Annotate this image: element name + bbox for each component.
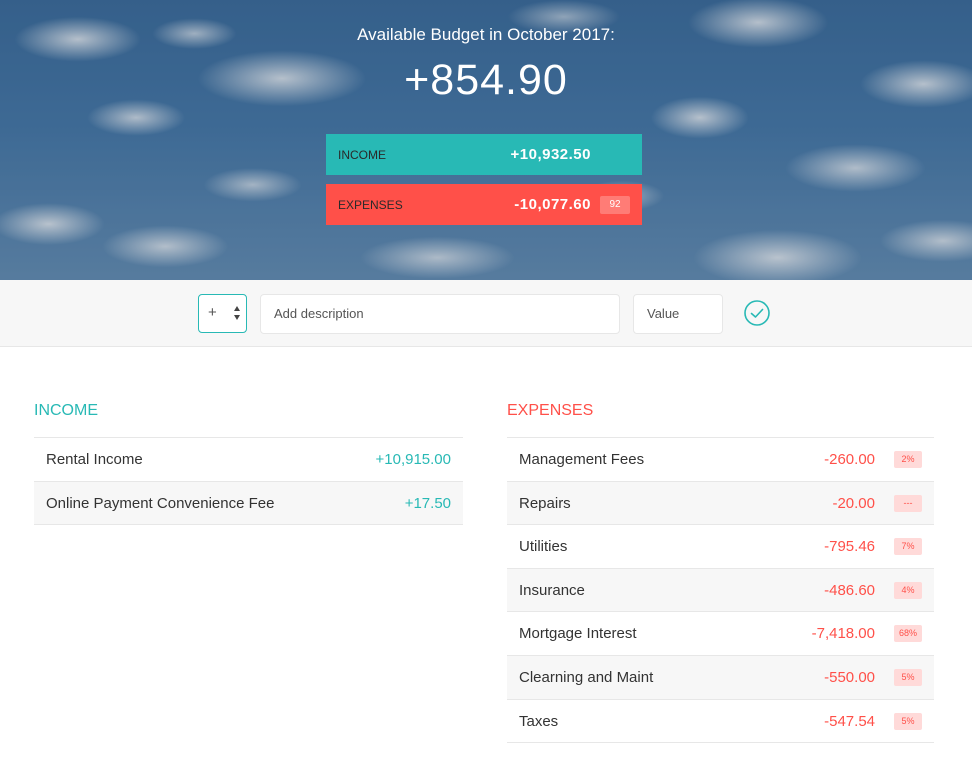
expense-item[interactable]: Insurance -486.60 4% bbox=[507, 568, 934, 613]
budget-expenses-summary: Expenses -10,077.60 92 bbox=[326, 184, 642, 225]
item-description: Repairs bbox=[519, 494, 571, 512]
item-description: Utilities bbox=[519, 538, 568, 556]
item-value: -550.00 bbox=[824, 668, 875, 686]
item-description: Rental Income bbox=[46, 451, 143, 468]
item-percentage: 4% bbox=[894, 581, 922, 599]
expense-item[interactable]: Utilities -795.46 7% bbox=[507, 525, 934, 569]
budget-summary: Available Budget in October 2017: +854.9… bbox=[0, 0, 972, 280]
item-percentage: 5% bbox=[894, 712, 922, 730]
expense-item[interactable]: Clearning and Maint -550.00 5% bbox=[507, 655, 934, 700]
lists-container: Income Rental Income +10,915.00 Online P… bbox=[0, 347, 972, 773]
item-percentage: --- bbox=[894, 494, 922, 512]
item-description: Taxes bbox=[519, 712, 559, 730]
item-value: +10,915.00 bbox=[375, 451, 452, 468]
item-description: Mortgage Interest bbox=[519, 625, 637, 643]
add-submit-button[interactable] bbox=[743, 299, 771, 327]
budget-income-label: Income bbox=[338, 147, 386, 162]
budget-income-value: +10,932.50 bbox=[510, 146, 591, 163]
item-percentage: 2% bbox=[894, 451, 922, 468]
item-description: Clearning and Maint bbox=[519, 668, 654, 686]
item-percentage: 5% bbox=[894, 668, 922, 686]
check-circle-icon bbox=[744, 300, 770, 326]
item-description: Management Fees bbox=[519, 451, 645, 468]
item-percentage: 7% bbox=[894, 538, 922, 556]
budget-expenses-label: Expenses bbox=[338, 197, 403, 212]
item-value: -7,418.00 bbox=[811, 625, 875, 643]
income-title: Income bbox=[34, 402, 98, 419]
item-value: +17.50 bbox=[404, 494, 451, 512]
add-value-input[interactable]: Value bbox=[633, 294, 723, 334]
budget-expenses-percentage: 92 bbox=[600, 195, 630, 214]
income-item[interactable]: Rental Income +10,915.00 bbox=[34, 438, 463, 482]
item-value: -795.46 bbox=[824, 538, 875, 556]
add-description-input[interactable]: Add description bbox=[260, 294, 620, 334]
budget-title: Available Budget in October 2017: bbox=[357, 25, 615, 44]
expenses-items: Management Fees -260.00 2% Repairs -20.0… bbox=[507, 437, 934, 744]
expense-item[interactable]: Mortgage Interest -7,418.00 68% bbox=[507, 612, 934, 656]
item-value: -547.54 bbox=[824, 712, 875, 730]
item-description: Insurance bbox=[519, 581, 585, 599]
budget-income-summary: Income +10,932.50 bbox=[326, 134, 642, 175]
item-value: -260.00 bbox=[824, 451, 875, 468]
budget-value: +854.90 bbox=[404, 56, 568, 104]
item-value: -486.60 bbox=[824, 581, 875, 599]
expenses-title: Expenses bbox=[507, 402, 594, 419]
add-type-select[interactable]: + bbox=[198, 294, 247, 333]
expense-item[interactable]: Taxes -547.54 5% bbox=[507, 700, 934, 744]
income-items: Rental Income +10,915.00 Online Payment … bbox=[34, 437, 463, 526]
expense-item[interactable]: Management Fees -260.00 2% bbox=[507, 438, 934, 482]
add-bar: + Add description Value bbox=[0, 280, 972, 347]
add-type-value: + bbox=[208, 304, 217, 321]
budget-expenses-value: -10,077.60 bbox=[514, 196, 591, 213]
item-percentage: 68% bbox=[894, 625, 922, 643]
income-item[interactable]: Online Payment Convenience Fee +17.50 bbox=[34, 481, 463, 526]
select-arrows-icon bbox=[234, 306, 240, 320]
expense-item[interactable]: Repairs -20.00 --- bbox=[507, 481, 934, 526]
item-description: Online Payment Convenience Fee bbox=[46, 494, 275, 512]
item-value: -20.00 bbox=[832, 494, 875, 512]
